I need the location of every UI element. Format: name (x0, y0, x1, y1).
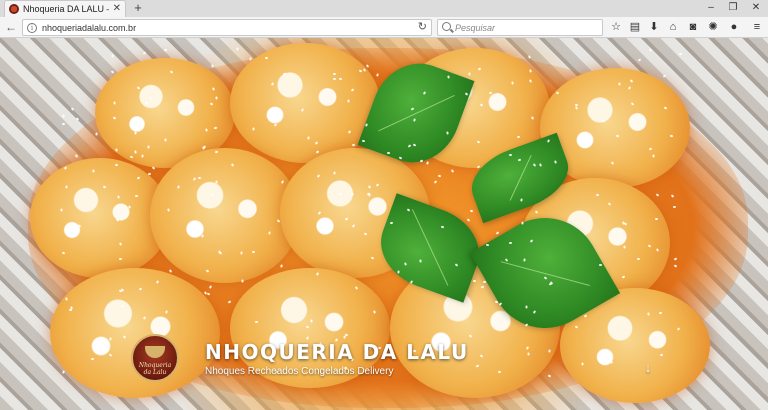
cheese-speck (111, 54, 114, 58)
search-input[interactable] (455, 21, 595, 34)
cheese-speck (147, 172, 151, 175)
cheese-speck (71, 107, 75, 112)
restaurant-logo[interactable]: Nhoqueria da Lalu (131, 334, 179, 382)
close-window-button[interactable]: ✕ (745, 0, 767, 17)
cheese-speck (648, 47, 653, 52)
cheese-speck (387, 151, 391, 155)
cheese-speck (92, 169, 95, 173)
navigation-bar: ← i nhoqueriadalalu.com.br ↻ ☆ ▤ ⬇ ⌂ ◙ ✺… (0, 17, 768, 38)
url-text[interactable]: nhoqueriadalalu.com.br (42, 22, 136, 34)
search-icon (442, 22, 451, 31)
cheese-speck (113, 101, 116, 105)
hero-banner: Nhoqueria da Lalu NHOQUERIA DA LALU Nhoq… (0, 38, 768, 410)
cheese-speck (446, 131, 449, 135)
gnocchi-image (150, 148, 300, 283)
cheese-speck (236, 47, 239, 51)
cheese-speck (654, 217, 658, 220)
cheese-speck (205, 269, 210, 273)
cheese-speck (214, 150, 218, 154)
cheese-speck (658, 311, 663, 314)
cheese-speck (108, 337, 112, 341)
cheese-speck (494, 300, 498, 304)
cheese-speck (90, 357, 95, 361)
cheese-speck (215, 96, 218, 100)
bowl-icon (145, 346, 165, 358)
pocket-icon[interactable]: ◙ (685, 19, 701, 36)
browser-tab[interactable]: Nhoqueria DA LALU – Nhoq ✕ (4, 0, 126, 17)
cheese-speck (114, 148, 118, 152)
cheese-speck (527, 55, 531, 59)
cheese-speck (679, 52, 683, 55)
reload-icon[interactable]: ↻ (418, 21, 427, 34)
cheese-speck (646, 312, 650, 316)
scroll-down-arrow-icon[interactable]: ↓ (641, 360, 655, 376)
cheese-speck (111, 69, 115, 74)
gnocchi-image (50, 268, 220, 398)
cheese-speck (95, 132, 98, 136)
cheese-speck (264, 56, 269, 60)
search-bar[interactable] (437, 19, 603, 36)
cheese-speck (622, 244, 626, 249)
cheese-speck (61, 114, 65, 118)
cheese-speck (637, 58, 641, 62)
cheese-speck (251, 127, 255, 131)
cheese-speck (521, 221, 524, 225)
cheese-speck (574, 106, 578, 110)
cheese-speck (520, 197, 523, 202)
extension-icon[interactable]: ✺ (705, 19, 721, 36)
info-icon[interactable]: i (27, 23, 37, 33)
close-tab-icon[interactable]: ✕ (113, 2, 121, 16)
cheese-speck (619, 230, 622, 234)
cheese-speck (332, 72, 337, 76)
cheese-speck (211, 64, 215, 68)
cheese-speck (76, 117, 80, 121)
menu-icon[interactable]: ≡ (749, 19, 765, 36)
cheese-speck (134, 131, 137, 135)
hero-subtitle: Nhoques Recheados Congelados Delivery (205, 366, 394, 377)
cheese-speck (305, 325, 309, 328)
home-icon[interactable]: ⌂ (665, 19, 681, 36)
cheese-speck (497, 371, 501, 374)
cheese-speck (609, 360, 613, 364)
favicon-icon (9, 4, 19, 14)
cheese-speck (468, 72, 471, 76)
cheese-speck (479, 102, 483, 107)
cheese-speck (370, 256, 375, 260)
new-tab-button[interactable]: + (131, 0, 145, 17)
addon-icon[interactable]: ● (726, 19, 742, 36)
cheese-speck (141, 154, 144, 158)
cheese-speck (595, 193, 599, 196)
cheese-speck (339, 77, 343, 80)
address-bar[interactable]: i nhoqueriadalalu.com.br ↻ (22, 19, 432, 36)
tab-bar: Nhoqueria DA LALU – Nhoq ✕ + – ❐ ✕ (0, 0, 768, 17)
cheese-speck (672, 205, 676, 208)
cheese-speck (662, 74, 667, 79)
cheese-speck (248, 56, 252, 61)
cheese-speck (60, 208, 63, 212)
cheese-speck (62, 370, 66, 374)
cheese-speck (200, 233, 204, 238)
cheese-speck (116, 194, 120, 199)
cheese-speck (163, 48, 167, 52)
cheese-speck (347, 99, 350, 103)
cheese-speck (164, 138, 167, 142)
reader-icon[interactable]: ▤ (627, 19, 643, 36)
cheese-speck (142, 51, 147, 55)
logo-text: Nhoqueria da Lalu (138, 362, 172, 376)
cheese-speck (127, 205, 131, 209)
cheese-speck (61, 122, 66, 126)
download-icon[interactable]: ⬇ (646, 19, 662, 36)
star-icon[interactable]: ☆ (608, 19, 624, 36)
hero-title: NHOQUERIA DA LALU (205, 340, 469, 364)
gnocchi-image (30, 158, 170, 278)
tab-title: Nhoqueria DA LALU – Nhoq (23, 4, 109, 14)
back-arrow-icon[interactable]: ← (4, 20, 18, 34)
cheese-speck (598, 263, 602, 266)
minimize-button[interactable]: – (700, 0, 722, 17)
cheese-speck (134, 194, 138, 197)
cheese-speck (65, 184, 68, 189)
maximize-button[interactable]: ❐ (722, 0, 744, 17)
